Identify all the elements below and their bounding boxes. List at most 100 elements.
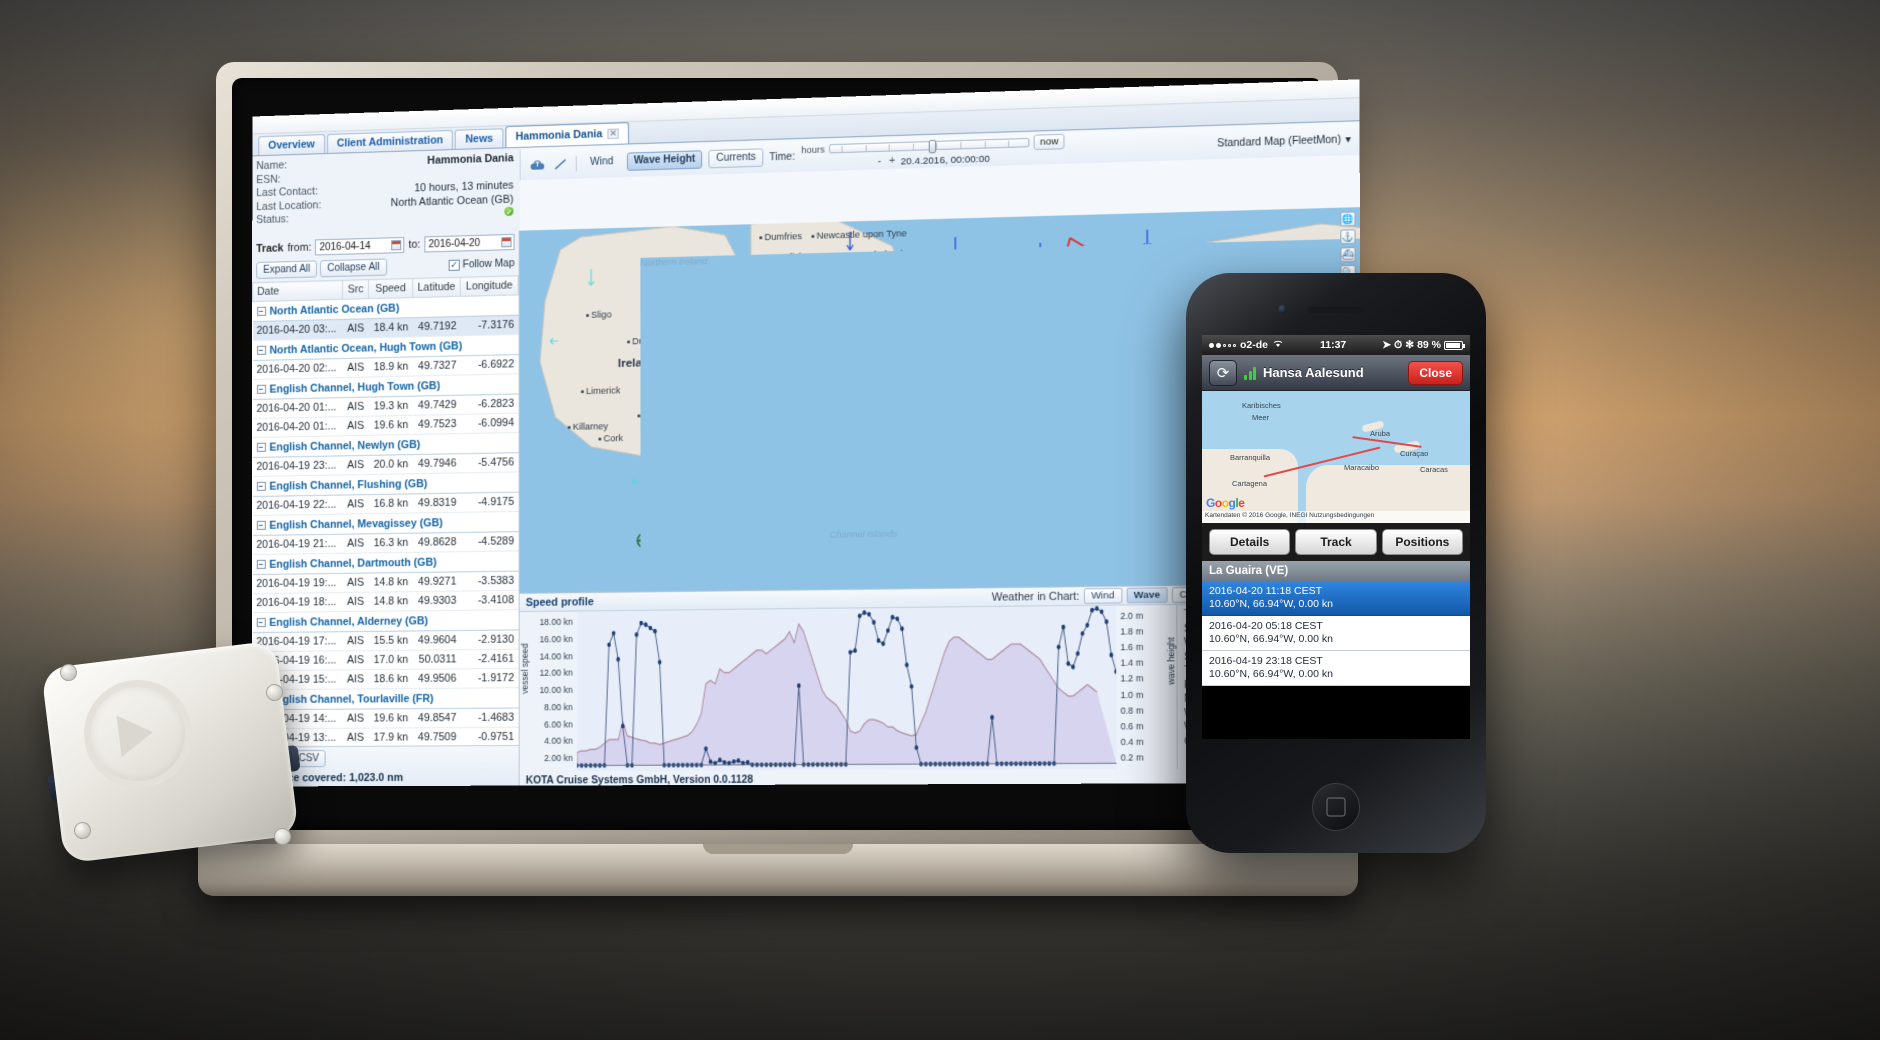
cell-longitude: -7.3176: [460, 315, 519, 336]
chart-plot-area[interactable]: 2016-04-142016-04-152016-04-162016-04-17…: [577, 605, 1117, 786]
layer-currents-button[interactable]: Currents: [708, 148, 764, 169]
follow-map-toggle[interactable]: ✓ Follow Map: [448, 258, 515, 271]
phone-app-bar: ⟳ Hansa Aalesund Close: [1202, 355, 1470, 391]
y2-axis-tick: 1.2 m: [1120, 673, 1144, 685]
collapse-icon[interactable]: −: [256, 481, 266, 491]
collapse-icon[interactable]: −: [256, 442, 266, 452]
collapse-icon[interactable]: −: [256, 384, 266, 394]
vessel-speed-point: [867, 611, 871, 617]
vessel-speed-point: [1071, 664, 1075, 670]
ship-icon[interactable]: ⛴: [1340, 247, 1356, 263]
tab-label: Hammonia Dania: [515, 128, 603, 143]
phone-map-label: Caracas: [1420, 465, 1448, 474]
time-decrement-button[interactable]: -: [875, 156, 883, 168]
collapse-icon[interactable]: −: [256, 345, 266, 355]
segment-track[interactable]: Track: [1295, 529, 1377, 555]
col-longitude[interactable]: Longitude: [460, 275, 519, 297]
tab-news[interactable]: News: [455, 128, 504, 149]
collapse-icon[interactable]: −: [256, 617, 266, 628]
vessel-speed-point: [904, 662, 909, 668]
calendar-icon[interactable]: [501, 236, 512, 248]
track-from-input[interactable]: 2016-04-14: [315, 236, 405, 256]
y-axis-tick: 8.00 kn: [544, 701, 573, 713]
list-item-timestamp: 2016-04-19 23:18 CEST: [1209, 655, 1323, 667]
bluetooth-icon: ✻: [1405, 339, 1415, 351]
time-current-value: 20.4.2016, 00:00:00: [900, 153, 990, 168]
track-from-label: from:: [287, 241, 312, 255]
y2-axis-tick: 0.4 m: [1120, 736, 1144, 747]
cell-speed: 19.6 kn: [368, 708, 413, 729]
cell-date: 2016-04-20 03:...: [252, 319, 343, 341]
polyline-icon[interactable]: [552, 156, 569, 172]
globe-icon[interactable]: 🌐: [1340, 211, 1356, 227]
list-item[interactable]: 2016-04-19 23:18 CEST 10.60°N, 66.94°W, 0…: [1202, 651, 1470, 686]
track-from-value: 2016-04-14: [319, 240, 371, 253]
tab-client-administration[interactable]: Client Administration: [326, 129, 454, 154]
collapse-all-button[interactable]: Collapse All: [320, 258, 387, 278]
cell-speed: 14.8 kn: [368, 572, 413, 593]
time-slider-handle[interactable]: [928, 139, 937, 154]
vessel-info-panel: Name: Hammonia Dania ESN: Last Contact: …: [252, 147, 520, 239]
map-city-label: Cork: [603, 432, 623, 444]
y-axis-tick: 18.00 kn: [539, 616, 573, 628]
close-icon[interactable]: ✕: [607, 128, 619, 140]
layer-wave-height-button[interactable]: Wave Height: [626, 150, 703, 171]
layer-wind-button[interactable]: Wind: [583, 153, 621, 172]
cell-longitude: -6.0994: [460, 413, 519, 434]
chart-tab-wind[interactable]: Wind: [1083, 587, 1122, 604]
cell-longitude: -3.4108: [460, 590, 519, 611]
collapse-icon[interactable]: −: [256, 559, 266, 569]
segment-positions[interactable]: Positions: [1381, 529, 1463, 555]
time-increment-button[interactable]: +: [888, 155, 896, 167]
now-button[interactable]: now: [1033, 133, 1066, 151]
list-item[interactable]: 2016-04-20 11:18 CEST 10.60°N, 66.94°W, 0…: [1202, 581, 1470, 616]
track-group-label: − English Channel, Alderney (GB): [252, 609, 519, 633]
refresh-icon[interactable]: ⟳: [1209, 359, 1237, 386]
cell-latitude: 49.9506: [412, 668, 461, 689]
phone-speaker: [1308, 307, 1364, 313]
track-to-input[interactable]: 2016-04-20: [424, 233, 515, 253]
cell-latitude: 50.0311: [412, 649, 461, 670]
list-item-position: 10.60°N, 66.94°W, 0.00 kn: [1209, 598, 1333, 610]
chart-tab-wave[interactable]: Wave: [1126, 587, 1168, 604]
col-latitude[interactable]: Latitude: [412, 277, 461, 298]
collapse-icon[interactable]: −: [256, 306, 266, 316]
col-src[interactable]: Src: [342, 279, 369, 300]
follow-map-checkbox[interactable]: ✓: [448, 259, 460, 271]
cell-src: AIS: [342, 573, 369, 593]
y-axis-tick: 16.00 kn: [539, 633, 573, 645]
anchor-icon[interactable]: ⚓: [1340, 229, 1356, 245]
phone-map-attribution: Kartendaten © 2016 Google, INEGI Nutzung…: [1202, 511, 1470, 523]
cell-latitude: 49.7429: [412, 395, 461, 416]
cell-latitude: 49.7327: [412, 355, 461, 377]
collapse-icon[interactable]: −: [256, 520, 266, 530]
list-item[interactable]: 2016-04-20 05:18 CEST 10.60°N, 66.94°W, 0…: [1202, 616, 1470, 651]
vessel-speed-point: [895, 616, 900, 622]
phone-home-button[interactable]: [1312, 783, 1360, 831]
map-city-dot: [598, 437, 602, 441]
tab-overview[interactable]: Overview: [258, 134, 325, 156]
vessel-speed-point: [1085, 622, 1090, 628]
cloud-icon[interactable]: [529, 157, 546, 173]
cell-longitude: -2.4161: [460, 649, 519, 669]
tab-hammonia-dania[interactable]: Hammonia Dania ✕: [505, 122, 629, 148]
col-date[interactable]: Date: [252, 280, 343, 302]
track-group-row[interactable]: − English Channel, Alderney (GB): [252, 609, 519, 633]
close-button[interactable]: Close: [1408, 360, 1463, 385]
field-label: Status:: [256, 213, 289, 227]
segment-details[interactable]: Details: [1209, 529, 1291, 555]
phone-status-bar: o2-de 11:37 ➤ ⏱ ✻ 89 %: [1202, 335, 1470, 355]
map-city-label: Limerick: [586, 385, 621, 397]
calendar-icon[interactable]: [391, 240, 402, 251]
col-speed[interactable]: Speed: [368, 278, 413, 299]
vessel-speed-point: [1104, 619, 1109, 625]
vessel-speed-point: [857, 613, 862, 619]
vessel-speed-point: [1061, 624, 1066, 630]
map-style-select[interactable]: Standard Map (FleetMon) ▾: [1217, 134, 1351, 150]
vessel-speed-point: [876, 638, 881, 643]
phone-map[interactable]: Karibisches Meer Aruba Curaçao Barranquilla M…: [1202, 391, 1470, 523]
phone-map-label: Cartagena: [1232, 479, 1268, 488]
vessel-speed-point: [1056, 644, 1061, 650]
vessel-speed-point: [890, 614, 895, 620]
expand-all-button[interactable]: Expand All: [256, 260, 318, 280]
